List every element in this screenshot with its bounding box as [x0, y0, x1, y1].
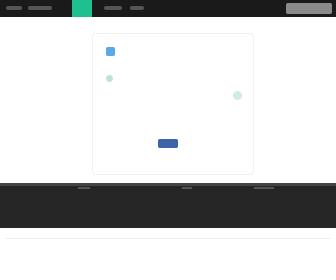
topbar-item[interactable]: [6, 6, 22, 10]
dialog-panel: [92, 33, 254, 175]
top-bar: [0, 0, 336, 17]
status-dot-icon: [233, 91, 242, 100]
divider: [0, 183, 336, 186]
bottom-panel: [0, 183, 336, 228]
topbar-item[interactable]: [104, 6, 122, 10]
bottom-item[interactable]: [78, 187, 90, 189]
circle-icon[interactable]: [106, 75, 113, 82]
main-content: [0, 17, 336, 183]
active-tab[interactable]: [72, 0, 92, 17]
primary-button[interactable]: [158, 139, 178, 148]
topbar-right-button[interactable]: [286, 3, 332, 14]
divider: [6, 238, 330, 239]
footer-area: [0, 228, 336, 280]
topbar-item[interactable]: [28, 6, 52, 10]
topbar-item[interactable]: [130, 6, 144, 10]
bottom-item[interactable]: [254, 187, 274, 189]
checkbox-icon[interactable]: [106, 47, 115, 56]
bottom-item[interactable]: [182, 187, 192, 189]
